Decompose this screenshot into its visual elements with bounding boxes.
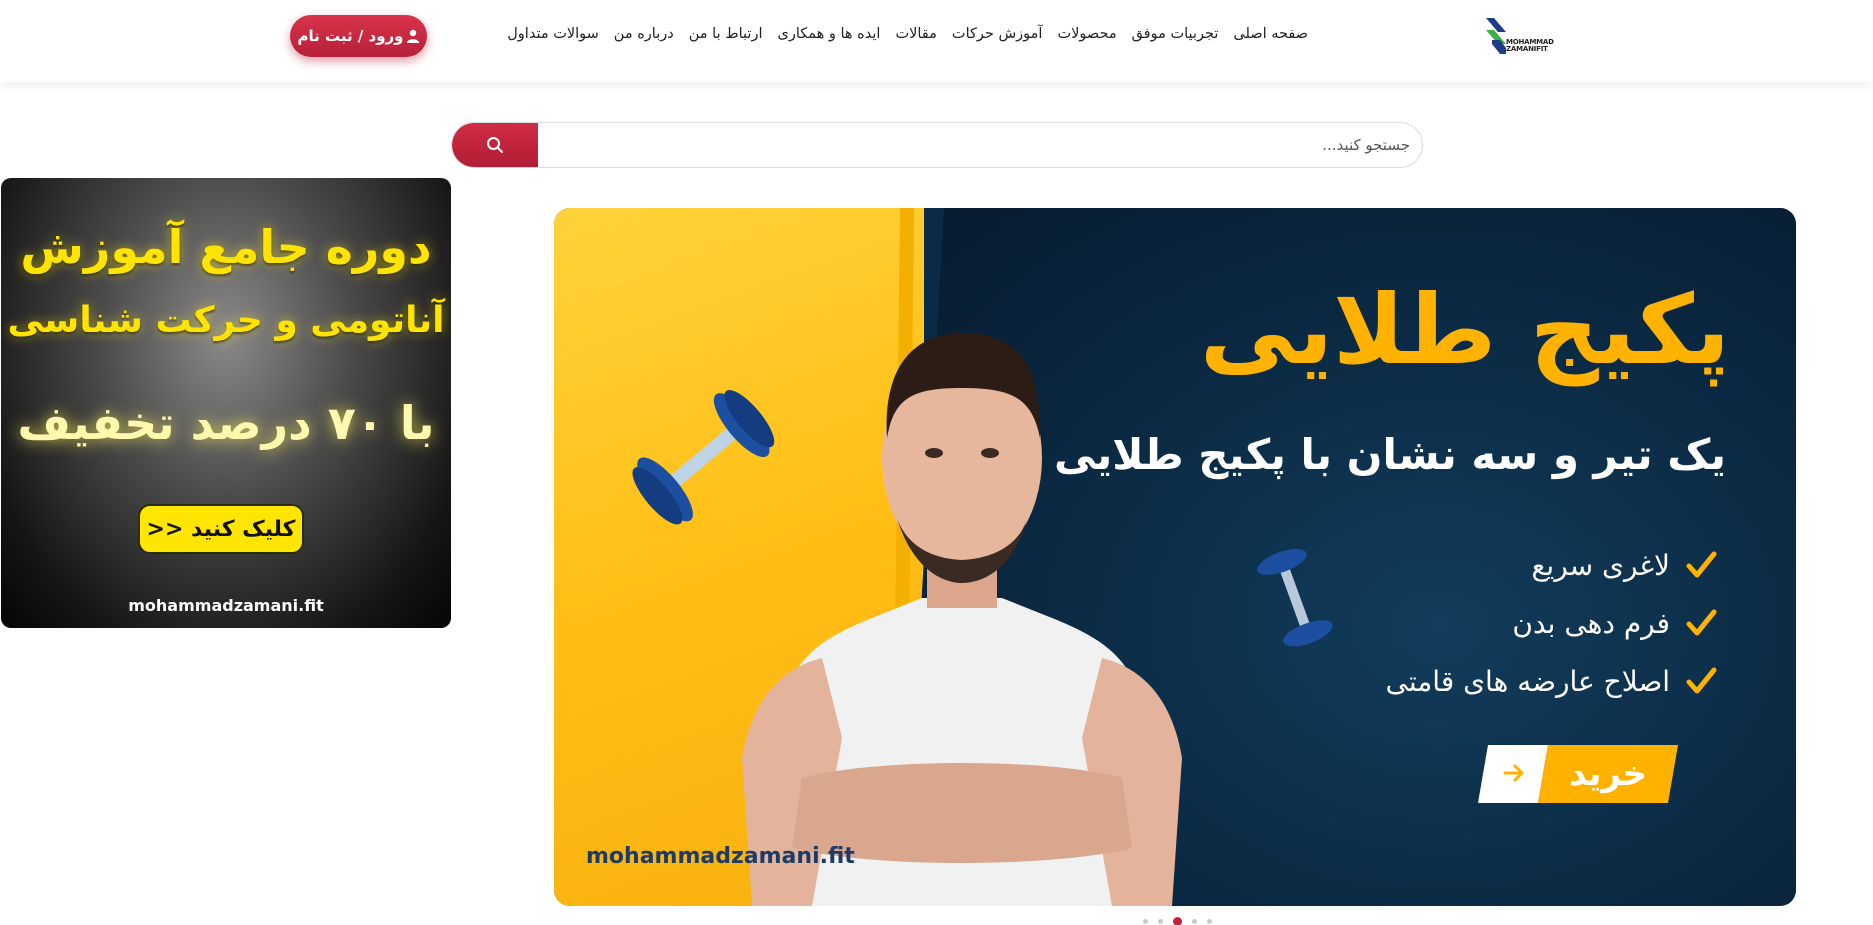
nav-item-success-stories[interactable]: تجربیات موفق [1132,26,1219,42]
feature-item: لاغری سریع [1532,548,1718,582]
buy-button[interactable]: خرید [1478,745,1678,803]
nav-item-about[interactable]: درباره من [614,26,674,42]
slide-url: mohammadzamani.fit [586,844,855,869]
logo-text: MOHAMMAD ZAMANIFIT [1506,38,1554,53]
login-register-button[interactable]: ورود / ثبت نام [290,15,427,57]
search-bar [451,122,1423,168]
search-input[interactable] [538,123,1418,167]
check-icon [1686,609,1717,636]
banner-headline: دوره جامع آموزش [20,220,432,274]
user-icon [406,29,419,43]
check-icon [1686,667,1717,694]
feature-item: اصلاح عارضه های قامتی [1386,664,1719,698]
logo-mark-icon [1486,18,1506,54]
main-nav: صفحه اصلی تجربیات موفق محصولات آموزش حرک… [507,20,1308,48]
slider-dot[interactable] [1207,918,1212,924]
nav-item-home[interactable]: صفحه اصلی [1233,26,1308,42]
slide-title: پکیج طلایی [1199,274,1730,386]
search-button[interactable] [452,123,538,167]
nav-item-ideas-collaboration[interactable]: ایده ها و همکاری [777,26,880,42]
feature-label: اصلاح عارضه های قامتی [1385,664,1671,698]
site-logo[interactable]: MOHAMMAD ZAMANIFIT [1486,18,1558,54]
feature-label: لاغری سریع [1531,548,1670,582]
nav-item-articles[interactable]: مقالات [895,26,936,42]
banner-subheadline: آناتومی و حرکت شناسی [7,300,445,341]
buy-label: خرید [1538,745,1678,803]
feature-item: فرم دهی بدن [1512,606,1718,640]
hero-slider[interactable]: پکیج طلایی یک تیر و سه نشان با پکیج طلای… [554,208,1796,906]
check-icon [1686,551,1717,578]
slider-dot-active[interactable] [1173,916,1182,925]
slider-dot[interactable] [1192,918,1197,924]
slide-subtitle: یک تیر و سه نشان با پکیج طلایی [1053,430,1726,479]
slider-dot[interactable] [1158,918,1163,924]
login-label: ورود / ثبت نام [297,27,404,45]
dumbbell-small-icon [1257,549,1333,647]
banner-cta-button[interactable]: کلیک کنید << [138,504,304,554]
banner-discount: با ۷۰ درصد تخفیف [17,396,435,450]
nav-item-exercise-tutorials[interactable]: آموزش حرکات [952,26,1043,42]
slider-pagination [1138,916,1217,925]
trainer-photo [742,333,1182,906]
slider-dot[interactable] [1143,918,1148,924]
nav-item-contact[interactable]: ارتباط با من [689,26,763,42]
site-header: MOHAMMAD ZAMANIFIT صفحه اصلی تجربیات موف… [0,0,1873,82]
feature-label: فرم دهی بدن [1512,606,1670,640]
arrow-right-icon [1503,764,1524,782]
nav-item-faq[interactable]: سوالات متداول [507,26,599,42]
search-icon [487,137,503,153]
nav-item-products[interactable]: محصولات [1057,26,1116,42]
banner-url: mohammadzamani.fit [128,596,324,615]
anatomy-course-banner[interactable]: دوره جامع آموزش آناتومی و حرکت شناسی با … [1,178,451,628]
